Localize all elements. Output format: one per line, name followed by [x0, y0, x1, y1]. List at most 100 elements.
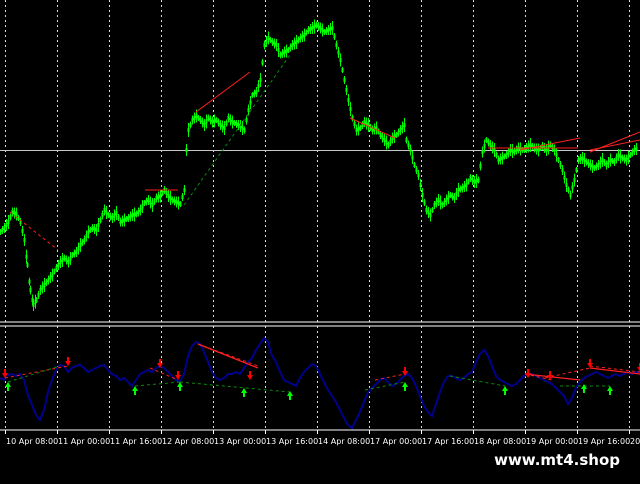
- trading-chart: 10 Apr 08:0011 Apr 00:0011 Apr 16:0012 A…: [0, 0, 640, 480]
- price-candle-body: [284, 50, 286, 54]
- price-candle-body: [212, 120, 214, 124]
- price-candle-body: [564, 176, 566, 180]
- price-candle-body: [214, 119, 216, 123]
- price-candle-body: [48, 278, 50, 282]
- oscillator-divergence-bullish: [365, 382, 405, 390]
- price-candle-body: [200, 118, 202, 122]
- price-candle-body: [586, 160, 588, 164]
- price-candle-body: [474, 180, 476, 184]
- price-candle-body: [38, 293, 40, 297]
- price-candle-body: [576, 168, 578, 172]
- price-candle-body: [168, 194, 170, 198]
- price-candle-body: [364, 120, 366, 124]
- price-candle-body: [356, 128, 358, 132]
- axis-tick-label: 11 Apr 16:00: [110, 437, 162, 446]
- price-candle-body: [144, 201, 146, 205]
- price-candle-body: [386, 141, 388, 145]
- price-candle-body: [270, 38, 272, 42]
- price-candle-body: [162, 191, 164, 195]
- price-candle-body: [596, 165, 598, 169]
- price-candle-body: [256, 90, 258, 94]
- price-candle-body: [578, 158, 580, 162]
- price-candle-body: [470, 176, 472, 180]
- price-candle-body: [630, 153, 632, 157]
- price-candle-body: [156, 196, 158, 200]
- price-candle-body: [480, 164, 482, 168]
- price-candle-body: [440, 201, 442, 205]
- price-candle-body: [222, 125, 224, 129]
- price-candle-body: [458, 188, 460, 192]
- price-candle-body: [320, 26, 322, 30]
- price-candle-body: [472, 178, 474, 182]
- price-candle-body: [50, 276, 52, 280]
- divergence-line-bearish: [10, 212, 58, 250]
- axis-tick-label: 13 Apr 00:00: [214, 437, 266, 446]
- price-candle-body: [290, 46, 292, 50]
- price-candle-body: [118, 216, 120, 220]
- price-candle-body: [140, 208, 142, 212]
- price-candle-body: [602, 158, 604, 162]
- price-candle-body: [90, 228, 92, 232]
- oscillator-panel[interactable]: [0, 338, 640, 428]
- axis-tick-label: 17 Apr 00:00: [370, 437, 422, 446]
- price-candle-body: [466, 183, 468, 187]
- price-candle-body: [124, 218, 126, 222]
- price-candle-body: [2, 228, 4, 232]
- price-candle-body: [86, 234, 88, 238]
- axis-tick-label: 17 Apr 16:00: [422, 437, 474, 446]
- price-candle-body: [154, 200, 156, 204]
- axis-tick-label: 12 Apr 08:00: [162, 437, 214, 446]
- price-candle-body: [336, 43, 338, 47]
- price-candle-body: [478, 178, 480, 182]
- price-candle-body: [334, 35, 336, 39]
- price-candle-body: [226, 121, 228, 125]
- price-candle-body: [70, 257, 72, 261]
- price-candle-body: [624, 157, 626, 161]
- price-candle-body: [610, 158, 612, 162]
- price-candle-body: [36, 298, 38, 302]
- price-candle-body: [568, 188, 570, 192]
- price-candle-body: [448, 196, 450, 200]
- price-candle-body: [112, 216, 114, 220]
- price-candle-body: [404, 123, 406, 127]
- price-candle-body: [94, 227, 96, 231]
- price-candle-body: [312, 26, 314, 30]
- price-candle-body: [116, 211, 118, 215]
- price-candle-body: [354, 122, 356, 126]
- price-candle-body: [196, 114, 198, 118]
- oscillator-line: [0, 338, 640, 428]
- price-candle-body: [298, 38, 300, 42]
- price-candle-body: [104, 208, 106, 212]
- price-candle-body: [206, 120, 208, 124]
- price-candle-body: [182, 195, 184, 199]
- buy-arrow-icon: [5, 382, 11, 391]
- sell-arrow-icon: [247, 371, 253, 380]
- price-candle-body: [412, 156, 414, 160]
- axis-tick-label: 19 Apr 00:00: [526, 437, 578, 446]
- axis-tick-label: 20 A: [630, 437, 640, 446]
- price-candle-body: [232, 120, 234, 124]
- price-candle-body: [78, 247, 80, 251]
- price-chart[interactable]: [0, 20, 640, 312]
- sell-arrow-icon: [65, 357, 71, 366]
- price-candle-body: [326, 29, 328, 33]
- price-candle-body: [330, 27, 332, 31]
- price-candle-body: [278, 48, 280, 52]
- price-candle-body: [476, 179, 478, 183]
- price-candle-body: [618, 153, 620, 157]
- price-candle-body: [348, 98, 350, 102]
- price-candle-body: [228, 116, 230, 120]
- price-candle-body: [606, 163, 608, 167]
- price-candle-body: [424, 201, 426, 205]
- price-candle-body: [24, 238, 26, 242]
- price-candle-body: [616, 157, 618, 161]
- price-candle-body: [574, 178, 576, 182]
- price-candle-body: [198, 116, 200, 120]
- price-candle-body: [16, 212, 18, 216]
- price-candle-body: [494, 148, 496, 152]
- price-candle-body: [604, 161, 606, 165]
- price-candle-body: [504, 155, 506, 159]
- price-candle-body: [262, 61, 264, 65]
- price-candle-body: [122, 219, 124, 223]
- price-candle-body: [416, 168, 418, 172]
